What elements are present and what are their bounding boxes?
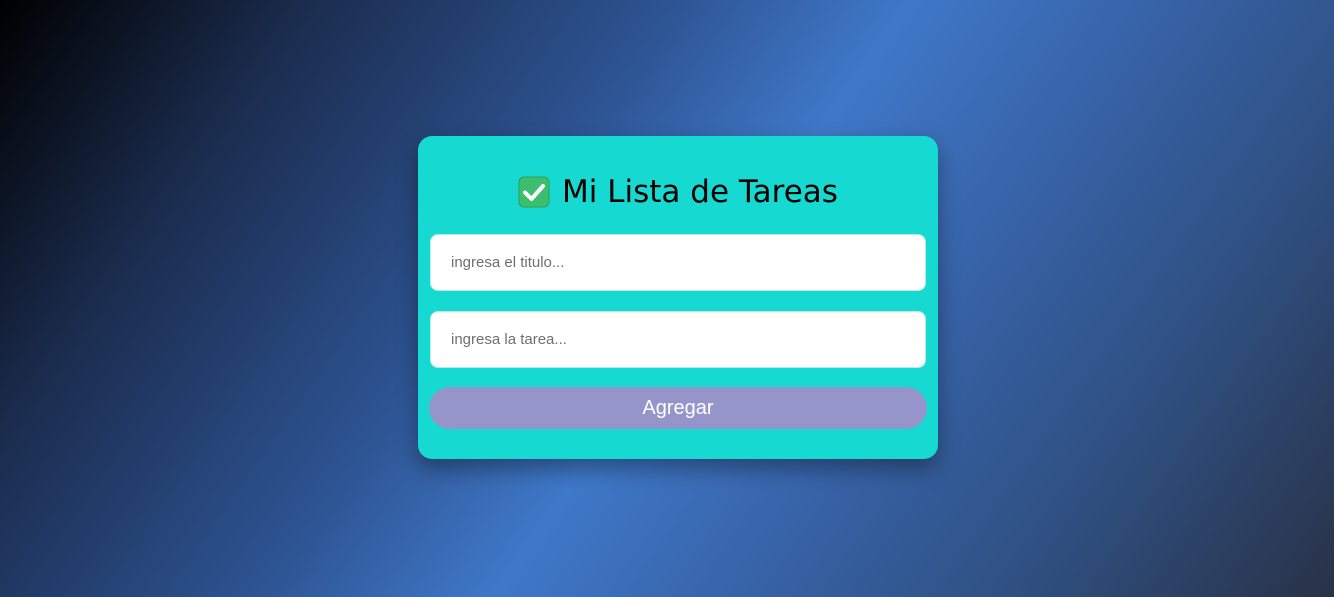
task-input[interactable] bbox=[430, 311, 926, 368]
todo-card: Mi Lista de Tareas Agregar bbox=[418, 136, 938, 459]
card-header: Mi Lista de Tareas bbox=[418, 172, 938, 212]
check-mark-icon bbox=[518, 176, 550, 208]
page-background: { "card": { "title": "Mi Lista de Tareas… bbox=[0, 0, 1334, 597]
add-task-button[interactable]: Agregar bbox=[429, 387, 927, 429]
page-title: Mi Lista de Tareas bbox=[562, 174, 838, 210]
title-input[interactable] bbox=[430, 234, 926, 291]
